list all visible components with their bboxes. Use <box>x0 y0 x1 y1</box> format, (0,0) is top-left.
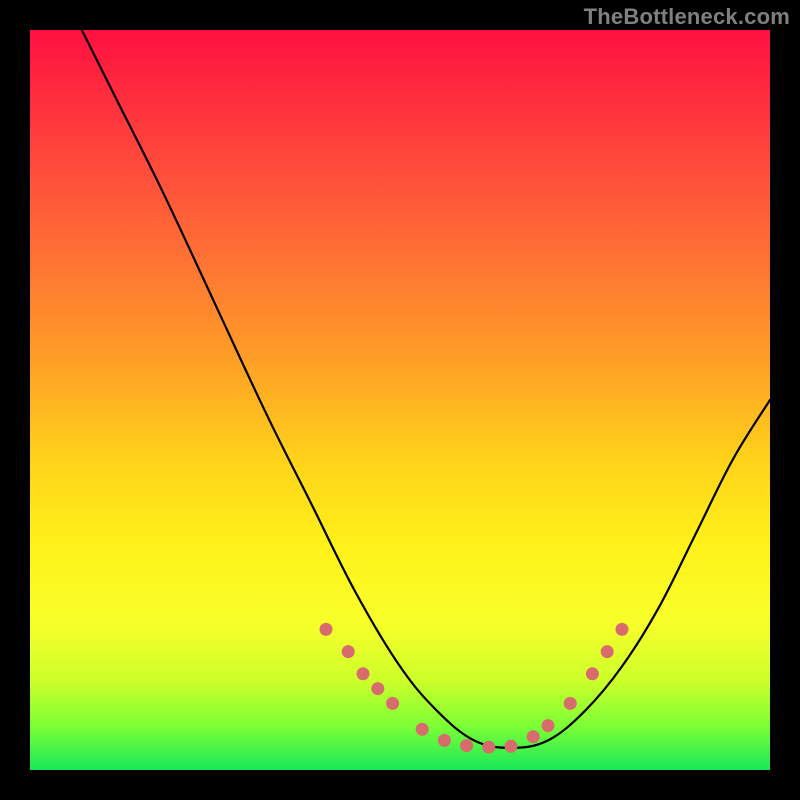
watermark-text: TheBottleneck.com <box>584 4 790 30</box>
chart-stage: TheBottleneck.com <box>0 0 800 800</box>
curve-marker <box>527 730 540 743</box>
curve-markers <box>320 623 629 754</box>
curve-marker <box>505 740 518 753</box>
curve-marker <box>438 734 451 747</box>
chart-svg <box>30 30 770 770</box>
curve-marker <box>320 623 333 636</box>
curve-marker <box>616 623 629 636</box>
curve-marker <box>542 719 555 732</box>
curve-marker <box>416 723 429 736</box>
curve-marker <box>460 739 473 752</box>
curve-marker <box>601 645 614 658</box>
plot-area <box>30 30 770 770</box>
curve-marker <box>357 667 370 680</box>
bottleneck-curve <box>82 30 770 748</box>
curve-marker <box>564 697 577 710</box>
curve-marker <box>371 682 384 695</box>
curve-marker <box>586 667 599 680</box>
curve-line <box>82 30 770 748</box>
curve-marker <box>386 697 399 710</box>
curve-marker <box>342 645 355 658</box>
curve-marker <box>482 741 495 754</box>
